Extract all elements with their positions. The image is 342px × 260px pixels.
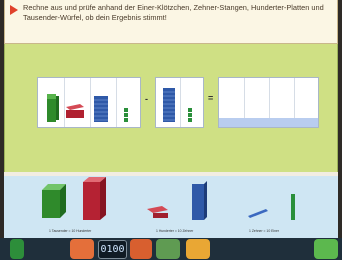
hundred-plate-icon — [147, 206, 168, 218]
tray-label-thousand: 1 Tausender = 10 Hunderter — [49, 229, 92, 233]
counter-display: 0100 — [98, 240, 127, 259]
ten-rods-icon — [94, 96, 108, 122]
instruction-text: Rechne aus und prüfe anhand der Einer-Kl… — [23, 3, 324, 22]
minuend-blocks — [47, 94, 128, 122]
book-button[interactable] — [156, 239, 180, 259]
result-answer-row[interactable] — [219, 118, 318, 127]
instruction-banner: Rechne aus und prüfe anhand der Einer-Kl… — [4, 0, 338, 44]
bullet-arrow-icon — [10, 5, 18, 15]
ten-rods-icon — [163, 88, 175, 122]
hundred-plate-icon — [66, 104, 84, 118]
blocks-tray: 1 Tausender = 10 Hunderter 1 Hunderter =… — [4, 172, 338, 238]
work-area: - = — [4, 44, 338, 172]
exercise-screen: Rechne aus und prüfe anhand der Einer-Kl… — [0, 0, 342, 260]
unit-column-icon — [291, 194, 295, 220]
tray-label-hundred: 1 Hunderter = 10 Zehner — [156, 229, 194, 233]
back-arrow-button[interactable] — [70, 239, 94, 259]
unit-cubes-icon — [188, 108, 192, 122]
tray-label-ten: 1 Zehner = 10 Einer — [249, 229, 280, 233]
timer-gauge-button[interactable] — [130, 239, 152, 259]
home-bottle-icon[interactable] — [10, 239, 24, 259]
equals-sign: = — [208, 93, 214, 103]
result-card[interactable] — [218, 77, 319, 128]
thousand-cube-icon — [42, 184, 66, 218]
subtrahend-card[interactable] — [155, 77, 204, 128]
check-button[interactable] — [314, 239, 338, 259]
unit-cubes-icon — [124, 108, 128, 122]
bottom-toolbar: 0100 — [0, 238, 342, 260]
minuend-card[interactable] — [37, 77, 141, 128]
hundreds-tower-icon — [83, 177, 106, 220]
subtrahend-blocks — [163, 88, 192, 122]
next-arrow-button[interactable] — [186, 239, 210, 259]
minus-sign: - — [145, 94, 148, 104]
tens-tower-icon — [192, 181, 207, 220]
thousand-cube-icon — [47, 94, 59, 122]
ten-rod-icon — [248, 209, 268, 218]
